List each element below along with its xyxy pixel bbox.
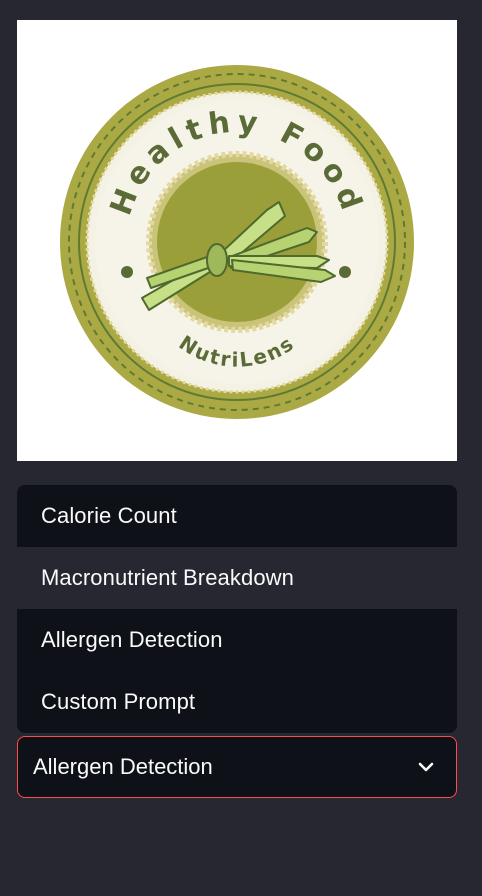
option-label: Macronutrient Breakdown	[41, 565, 294, 590]
option-label: Allergen Detection	[41, 627, 223, 652]
logo-image: Healthy Food NutriLens	[17, 20, 457, 461]
select-value: Allergen Detection	[33, 754, 213, 779]
option-calorie-count[interactable]: Calorie Count	[17, 485, 457, 547]
chevron-down-icon[interactable]	[416, 757, 436, 777]
option-label: Calorie Count	[41, 503, 177, 528]
option-custom-prompt[interactable]: Custom Prompt	[17, 671, 457, 733]
analysis-type-select[interactable]: Allergen Detection	[17, 736, 457, 798]
option-allergen-detection[interactable]: Allergen Detection	[17, 609, 457, 671]
option-macronutrient-breakdown[interactable]: Macronutrient Breakdown	[17, 547, 457, 609]
options-dropdown-menu: Calorie Count Macronutrient Breakdown Al…	[17, 485, 457, 733]
healthy-food-logo: Healthy Food NutriLens	[60, 65, 414, 419]
option-label: Custom Prompt	[41, 689, 196, 714]
